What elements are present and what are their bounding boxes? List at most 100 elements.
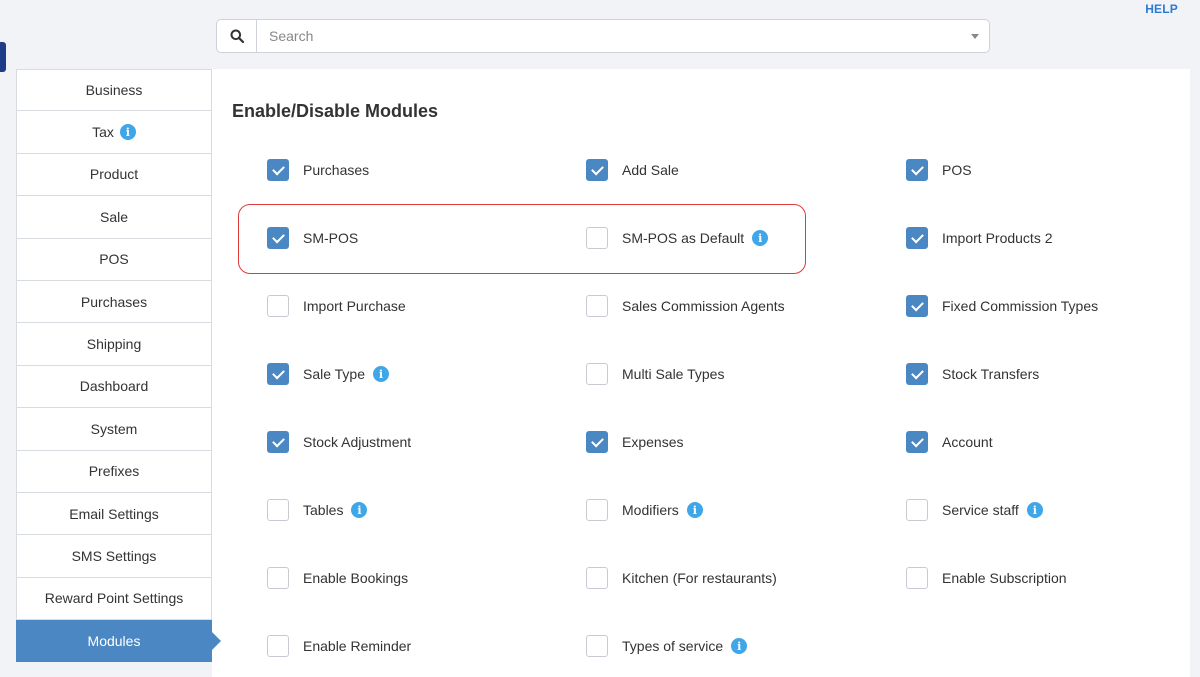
module-checkbox[interactable]: [906, 159, 928, 181]
module-checkbox[interactable]: [906, 567, 928, 589]
sidebar-item-label: SMS Settings: [71, 547, 157, 564]
module-checkbox[interactable]: [586, 499, 608, 521]
search-icon: [230, 29, 244, 43]
sidebar-item-modules[interactable]: Modules: [16, 620, 212, 663]
module-checkbox[interactable]: [586, 567, 608, 589]
module-checkbox[interactable]: [586, 159, 608, 181]
module-label: Stock Transfers: [942, 366, 1040, 382]
sidebar-item-business[interactable]: Business: [16, 69, 212, 112]
module-types-of-service[interactable]: Types of service i: [586, 635, 906, 657]
module-label: SM-POS: [303, 230, 359, 246]
module-checkbox[interactable]: [906, 499, 928, 521]
module-checkbox[interactable]: [267, 567, 289, 589]
module-modifiers[interactable]: Modifiers i: [586, 499, 906, 521]
sidebar-item-label: Tax: [92, 124, 114, 141]
sidebar-item-label: Reward Point Settings: [44, 590, 184, 607]
sidebar-item-label: Product: [89, 166, 139, 183]
module-enable-reminder[interactable]: Enable Reminder: [267, 635, 586, 657]
module-expenses[interactable]: Expenses: [586, 431, 906, 453]
left-edge-indicator: [0, 42, 6, 72]
module-checkbox[interactable]: [586, 295, 608, 317]
sidebar-item-pos[interactable]: POS: [16, 238, 212, 281]
info-icon[interactable]: i: [686, 502, 703, 518]
sidebar-item-purchases[interactable]: Purchases: [16, 280, 212, 324]
module-checkbox[interactable]: [586, 431, 608, 453]
sidebar-item-sale[interactable]: Sale: [16, 196, 212, 239]
module-import-products-2[interactable]: Import Products 2: [906, 227, 1167, 249]
module-checkbox[interactable]: [267, 431, 289, 453]
module-checkbox[interactable]: [267, 363, 289, 385]
chevron-down-icon[interactable]: [971, 34, 979, 39]
module-service-staff[interactable]: Service staff i: [906, 499, 1167, 521]
module-stock-adjustment[interactable]: Stock Adjustment: [267, 431, 586, 453]
sidebar-item-reward-point-settings[interactable]: Reward Point Settings: [16, 577, 212, 621]
module-pos[interactable]: POS: [906, 159, 1167, 181]
search-input[interactable]: [269, 28, 989, 44]
sidebar-item-label: Shipping: [86, 336, 142, 353]
sidebar-item-tax[interactable]: Tax i: [16, 111, 212, 154]
sidebar-item-label: Business: [85, 82, 143, 99]
info-icon[interactable]: i: [351, 502, 368, 518]
module-checkbox[interactable]: [906, 295, 928, 317]
help-link[interactable]: HELP: [1145, 2, 1178, 16]
info-icon[interactable]: i: [731, 638, 748, 654]
module-import-purchase[interactable]: Import Purchase: [267, 295, 586, 317]
module-checkbox[interactable]: [267, 635, 289, 657]
info-icon[interactable]: i: [752, 230, 769, 246]
module-checkbox[interactable]: [906, 363, 928, 385]
module-sm-pos[interactable]: SM-POS: [267, 227, 586, 249]
sidebar-item-system[interactable]: System: [16, 408, 212, 451]
sidebar-item-dashboard[interactable]: Dashboard: [16, 365, 212, 409]
module-checkbox[interactable]: [586, 635, 608, 657]
search-button[interactable]: [217, 20, 257, 52]
module-checkbox[interactable]: [586, 363, 608, 385]
sidebar-item-label: Dashboard: [79, 378, 149, 395]
info-icon[interactable]: i: [119, 124, 136, 141]
module-sm-pos-as-default[interactable]: SM-POS as Default i: [586, 227, 906, 249]
sidebar-item-label: Email Settings: [69, 505, 159, 522]
module-label: Multi Sale Types: [622, 366, 725, 382]
module-label: Import Purchase: [303, 298, 406, 314]
module-sales-commission-agents[interactable]: Sales Commission Agents: [586, 295, 906, 317]
module-checkbox[interactable]: [906, 227, 928, 249]
module-grid: Purchases Add Sale POS SM-POS SM-POS as Defa…: [267, 159, 1167, 677]
module-checkbox[interactable]: [267, 227, 289, 249]
module-label: Add Sale: [622, 162, 679, 178]
module-label: Expenses: [622, 434, 684, 450]
sidebar-item-email-settings[interactable]: Email Settings: [16, 492, 212, 536]
module-label: POS: [942, 162, 972, 178]
sidebar-item-label: Purchases: [80, 293, 148, 310]
sidebar-item-shipping[interactable]: Shipping: [16, 323, 212, 366]
module-multi-sale-types[interactable]: Multi Sale Types: [586, 363, 906, 385]
module-label: Import Products 2: [942, 230, 1053, 246]
modules-content: Enable/Disable Modules Purchases Add Sale…: [232, 69, 1190, 677]
sidebar-item-sms-settings[interactable]: SMS Settings: [16, 535, 212, 578]
sidebar-item-label: System: [90, 420, 138, 437]
sidebar-item-product[interactable]: Product: [16, 153, 212, 197]
module-tables[interactable]: Tables i: [267, 499, 586, 521]
module-label: Enable Subscription: [942, 570, 1067, 586]
module-checkbox[interactable]: [906, 431, 928, 453]
sidebar-item-label: Sale: [99, 208, 129, 225]
module-stock-transfers[interactable]: Stock Transfers: [906, 363, 1167, 385]
sidebar-item-prefixes[interactable]: Prefixes: [16, 450, 212, 493]
module-sale-type[interactable]: Sale Type i: [267, 363, 586, 385]
search-bar: [216, 19, 990, 53]
module-checkbox[interactable]: [267, 295, 289, 317]
info-icon[interactable]: i: [373, 366, 390, 382]
module-purchases[interactable]: Purchases: [267, 159, 586, 181]
info-icon[interactable]: i: [1026, 502, 1043, 518]
module-enable-subscription[interactable]: Enable Subscription: [906, 567, 1167, 589]
module-checkbox[interactable]: [267, 499, 289, 521]
search-select[interactable]: [257, 20, 989, 52]
module-label: Stock Adjustment: [303, 434, 412, 450]
module-add-sale[interactable]: Add Sale: [586, 159, 906, 181]
module-kitchen-for-restaurants[interactable]: Kitchen (For restaurants): [586, 567, 906, 589]
sidebar-item-label: Modules: [87, 632, 141, 649]
module-account[interactable]: Account: [906, 431, 1167, 453]
module-checkbox[interactable]: [586, 227, 608, 249]
module-checkbox[interactable]: [267, 159, 289, 181]
module-enable-bookings[interactable]: Enable Bookings: [267, 567, 586, 589]
module-label: Modifiers: [622, 502, 679, 518]
module-fixed-commission-types[interactable]: Fixed Commission Types: [906, 295, 1167, 317]
